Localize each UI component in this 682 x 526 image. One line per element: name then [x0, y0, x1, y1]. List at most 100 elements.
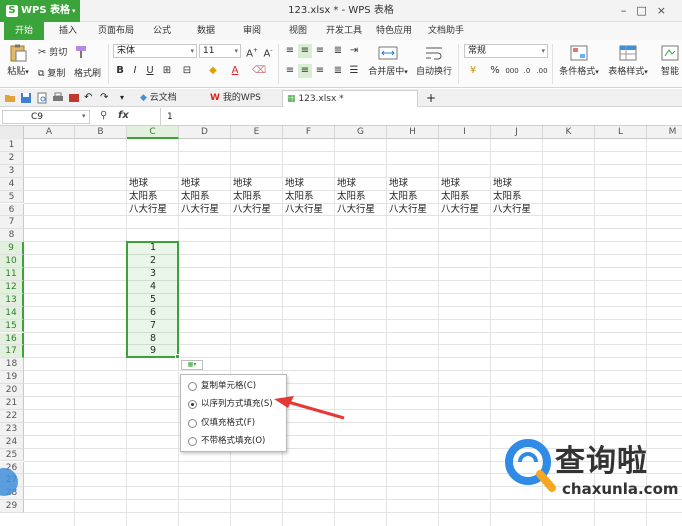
decrease-decimal-icon[interactable]: .00 — [535, 64, 549, 78]
tab-home[interactable]: 开始 — [4, 22, 44, 40]
font-size-select[interactable]: 11 ▾ — [199, 44, 241, 58]
column-header-k[interactable]: K — [543, 126, 595, 139]
column-header-f[interactable]: F — [283, 126, 335, 139]
select-all-corner[interactable] — [0, 126, 24, 139]
tab-formula[interactable]: 公式 — [142, 22, 182, 40]
row-header-12[interactable]: 12 — [0, 280, 24, 294]
align-left-icon[interactable]: ≡ — [283, 64, 297, 78]
align-middle-icon[interactable]: ≡ — [298, 44, 312, 58]
column-header-e[interactable]: E — [231, 126, 283, 139]
column-header-j[interactable]: J — [491, 126, 543, 139]
row-header-8[interactable]: 8 — [0, 229, 24, 243]
increase-font-icon[interactable]: A+ — [245, 44, 259, 59]
new-tab-icon[interactable]: + — [426, 92, 438, 104]
indent-icon[interactable]: ⇥ — [347, 44, 361, 58]
tab-view[interactable]: 视图 — [278, 22, 318, 40]
redo-icon[interactable]: ↷ — [100, 92, 112, 104]
row-header-15[interactable]: 15 — [0, 319, 24, 333]
format-painter-button[interactable]: 格式刷 — [74, 66, 101, 79]
print-icon[interactable] — [52, 92, 64, 104]
smart-button[interactable]: 智能 — [658, 44, 682, 77]
column-header-i[interactable]: I — [439, 126, 491, 139]
orientation-icon[interactable]: ≣ — [331, 44, 345, 58]
fill-color-icon[interactable]: ◆ — [206, 64, 220, 78]
doctab-active-file[interactable]: ▦ 123.xlsx * — [282, 90, 418, 107]
thousands-icon[interactable]: 000 — [505, 64, 519, 78]
selected-range[interactable] — [126, 241, 179, 359]
row-header-2[interactable]: 2 — [0, 151, 24, 165]
row-header-29[interactable]: 29 — [0, 500, 24, 514]
row-header-19[interactable]: 19 — [0, 371, 24, 385]
tab-developer[interactable]: 开发工具 — [320, 22, 368, 40]
name-box[interactable]: C9 — [2, 110, 90, 124]
format-painter-icon[interactable] — [74, 45, 88, 62]
row-header-13[interactable]: 13 — [0, 293, 24, 307]
print-preview-icon[interactable] — [36, 92, 48, 104]
maximize-icon[interactable]: □ — [636, 4, 656, 17]
function-button[interactable]: fx — [118, 110, 129, 121]
column-header-b[interactable]: B — [75, 126, 127, 139]
column-header-m[interactable]: M — [647, 126, 682, 139]
doctab-mywps[interactable]: W 我的WPS — [206, 90, 278, 107]
cut-button[interactable]: ✂ 剪切 — [38, 45, 67, 58]
minimize-icon[interactable]: – — [621, 4, 637, 17]
row-header-14[interactable]: 14 — [0, 306, 24, 320]
tab-data[interactable]: 数据 — [186, 22, 226, 40]
export-icon[interactable] — [68, 92, 80, 104]
column-header-d[interactable]: D — [179, 126, 231, 139]
formula-input[interactable]: 1 — [160, 108, 680, 126]
row-header-18[interactable]: 18 — [0, 358, 24, 372]
underline-button[interactable]: U — [143, 64, 157, 78]
doctab-cloud[interactable]: ◆ 云文档 — [136, 90, 202, 107]
fill-handle[interactable] — [175, 354, 180, 360]
align-right-icon[interactable]: ≡ — [313, 64, 327, 78]
column-header-h[interactable]: H — [387, 126, 439, 139]
row-header-23[interactable]: 23 — [0, 422, 24, 436]
row-header-7[interactable]: 7 — [0, 216, 24, 230]
row-header-22[interactable]: 22 — [0, 409, 24, 423]
row-header-24[interactable]: 24 — [0, 435, 24, 449]
font-name-select[interactable]: 宋体 ▾ — [113, 44, 197, 58]
zoom-search-icon[interactable]: ⚲ — [100, 110, 107, 121]
italic-button[interactable]: I — [128, 64, 142, 78]
table-style-button[interactable]: 表格样式▾ — [604, 44, 652, 77]
row-header-25[interactable]: 25 — [0, 448, 24, 462]
distribute-icon[interactable]: ☰ — [347, 64, 361, 78]
increase-decimal-icon[interactable]: .0 — [520, 64, 534, 78]
tab-special[interactable]: 特色应用 — [370, 22, 418, 40]
align-center-icon[interactable]: ≡ — [298, 64, 312, 78]
row-header-6[interactable]: 6 — [0, 203, 24, 217]
chevron-down-icon[interactable]: ▾ — [120, 92, 132, 104]
row-header-11[interactable]: 11 — [0, 268, 24, 281]
percent-button[interactable]: % — [488, 64, 502, 78]
open-folder-icon[interactable] — [4, 92, 16, 104]
row-header-10[interactable]: 10 — [0, 255, 24, 268]
conditional-format-button[interactable]: 条件格式▾ — [556, 44, 602, 77]
bold-button[interactable]: B — [113, 64, 127, 78]
row-header-20[interactable]: 20 — [0, 384, 24, 397]
paste-button[interactable]: 粘贴▾ — [4, 44, 32, 77]
row-header-9[interactable]: 9 — [0, 242, 24, 256]
undo-icon[interactable]: ↶ — [84, 92, 96, 104]
copy-button[interactable]: ⧉ 复制 — [38, 66, 65, 79]
row-header-17[interactable]: 17 — [0, 345, 24, 359]
row-header-3[interactable]: 3 — [0, 164, 24, 178]
border-icon[interactable]: ⊞ — [160, 64, 174, 78]
tab-review[interactable]: 审阅 — [232, 22, 272, 40]
column-header-c[interactable]: C — [127, 126, 179, 139]
align-top-icon[interactable]: ≡ — [283, 44, 297, 58]
merge-icon[interactable]: ⊟ — [180, 64, 194, 78]
row-header-5[interactable]: 5 — [0, 190, 24, 204]
tab-doc-assistant[interactable]: 文档助手 — [422, 22, 470, 40]
tab-page-layout[interactable]: 页面布局 — [92, 22, 140, 40]
merge-center-button[interactable]: 合并居中▾ — [366, 44, 410, 77]
number-format-select[interactable]: 常规 ▾ — [464, 44, 548, 58]
clear-format-icon[interactable]: ⌫ — [252, 64, 266, 78]
chevron-down-icon[interactable]: ▾ — [82, 112, 86, 120]
justify-icon[interactable]: ≣ — [331, 64, 345, 78]
column-header-a[interactable]: A — [24, 126, 75, 139]
row-header-1[interactable]: 1 — [0, 139, 24, 152]
column-header-g[interactable]: G — [335, 126, 387, 139]
row-header-4[interactable]: 4 — [0, 177, 24, 191]
align-bottom-icon[interactable]: ≡ — [313, 44, 327, 58]
